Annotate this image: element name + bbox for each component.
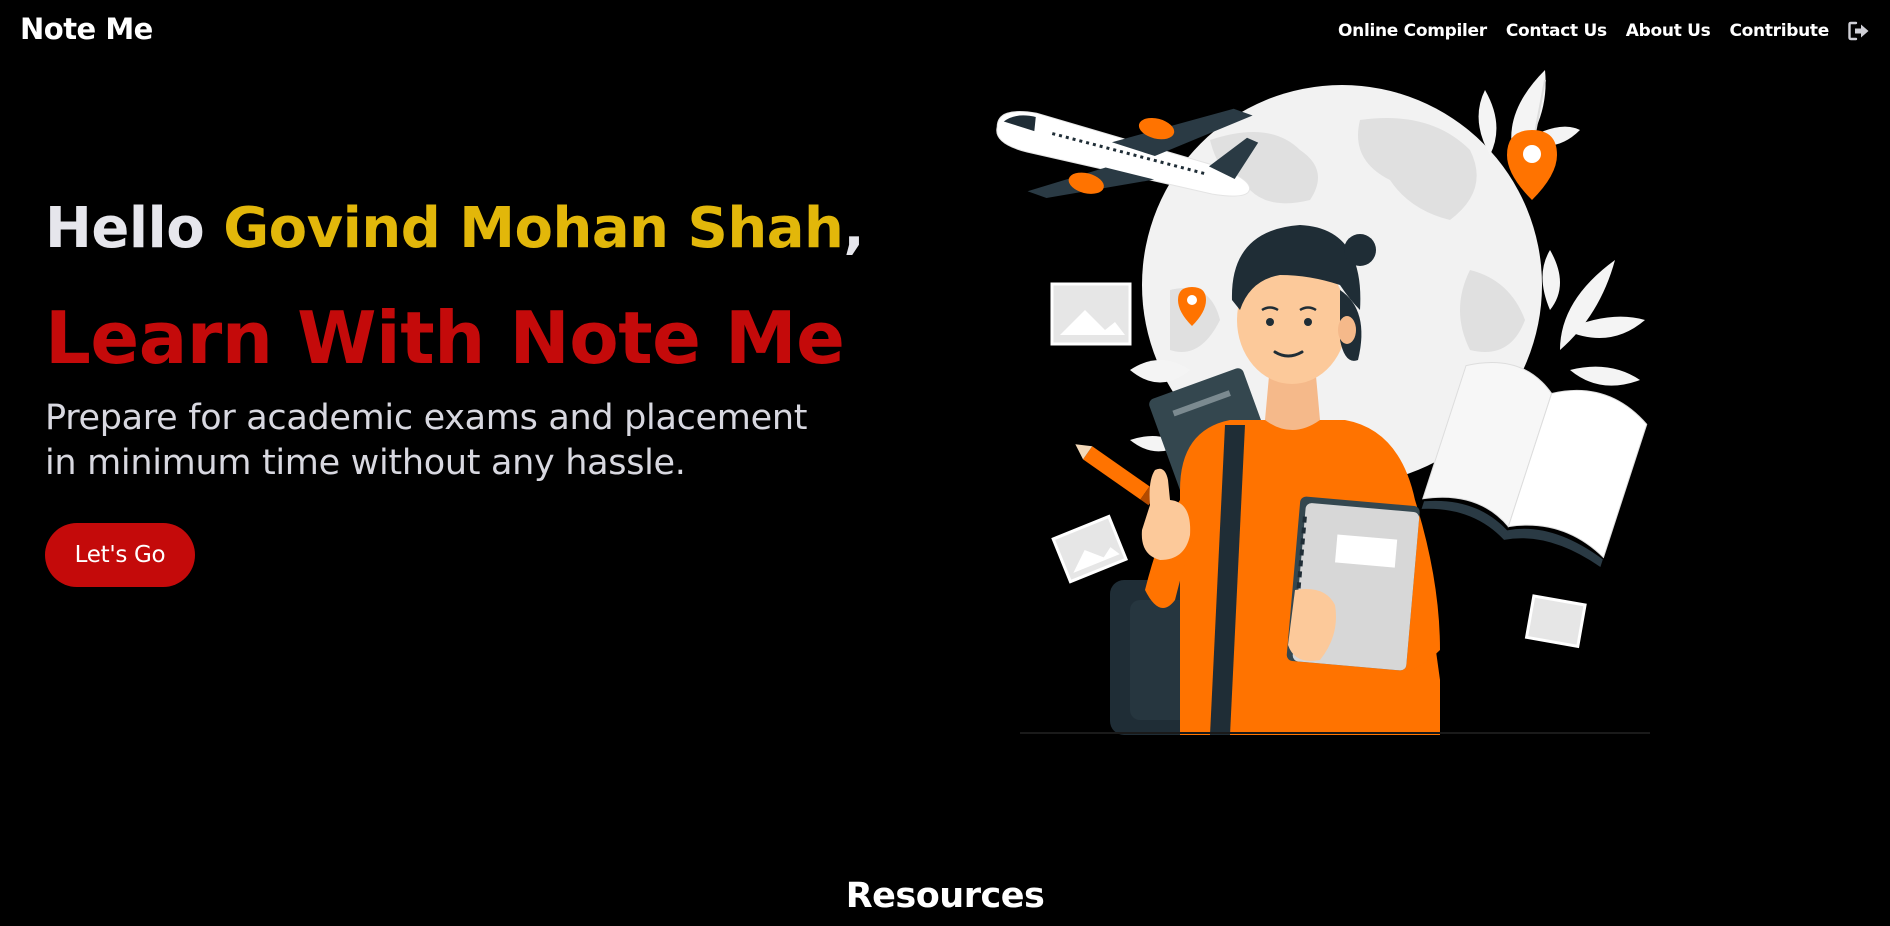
hero-greeting: Hello Govind Mohan Shah,	[45, 196, 865, 261]
user-name: Govind Mohan Shah	[223, 196, 844, 261]
nav-link-contact-us[interactable]: Contact Us	[1506, 21, 1607, 41]
landing-page: Note Me Online Compiler Contact Us About…	[0, 0, 1890, 926]
brand-logo[interactable]: Note Me	[20, 12, 153, 46]
nav-link-contribute[interactable]: Contribute	[1729, 21, 1829, 41]
hero-subtitle: Prepare for academic exams and placement…	[45, 398, 808, 483]
nav-links: Online Compiler Contact Us About Us Cont…	[1338, 21, 1870, 41]
nav-link-about-us[interactable]: About Us	[1626, 21, 1711, 41]
sign-out-icon[interactable]	[1848, 21, 1870, 41]
lets-go-button[interactable]: Let's Go	[45, 523, 195, 587]
greeting-prefix: Hello	[45, 196, 224, 261]
greeting-suffix: ,	[843, 196, 865, 261]
hero-title: Learn With Note Me	[45, 296, 845, 380]
resources-heading: Resources	[845, 876, 1045, 916]
student-traveler-illustration	[970, 60, 1670, 740]
nav-link-online-compiler[interactable]: Online Compiler	[1338, 21, 1487, 41]
top-navbar: Note Me Online Compiler Contact Us About…	[0, 0, 1890, 66]
